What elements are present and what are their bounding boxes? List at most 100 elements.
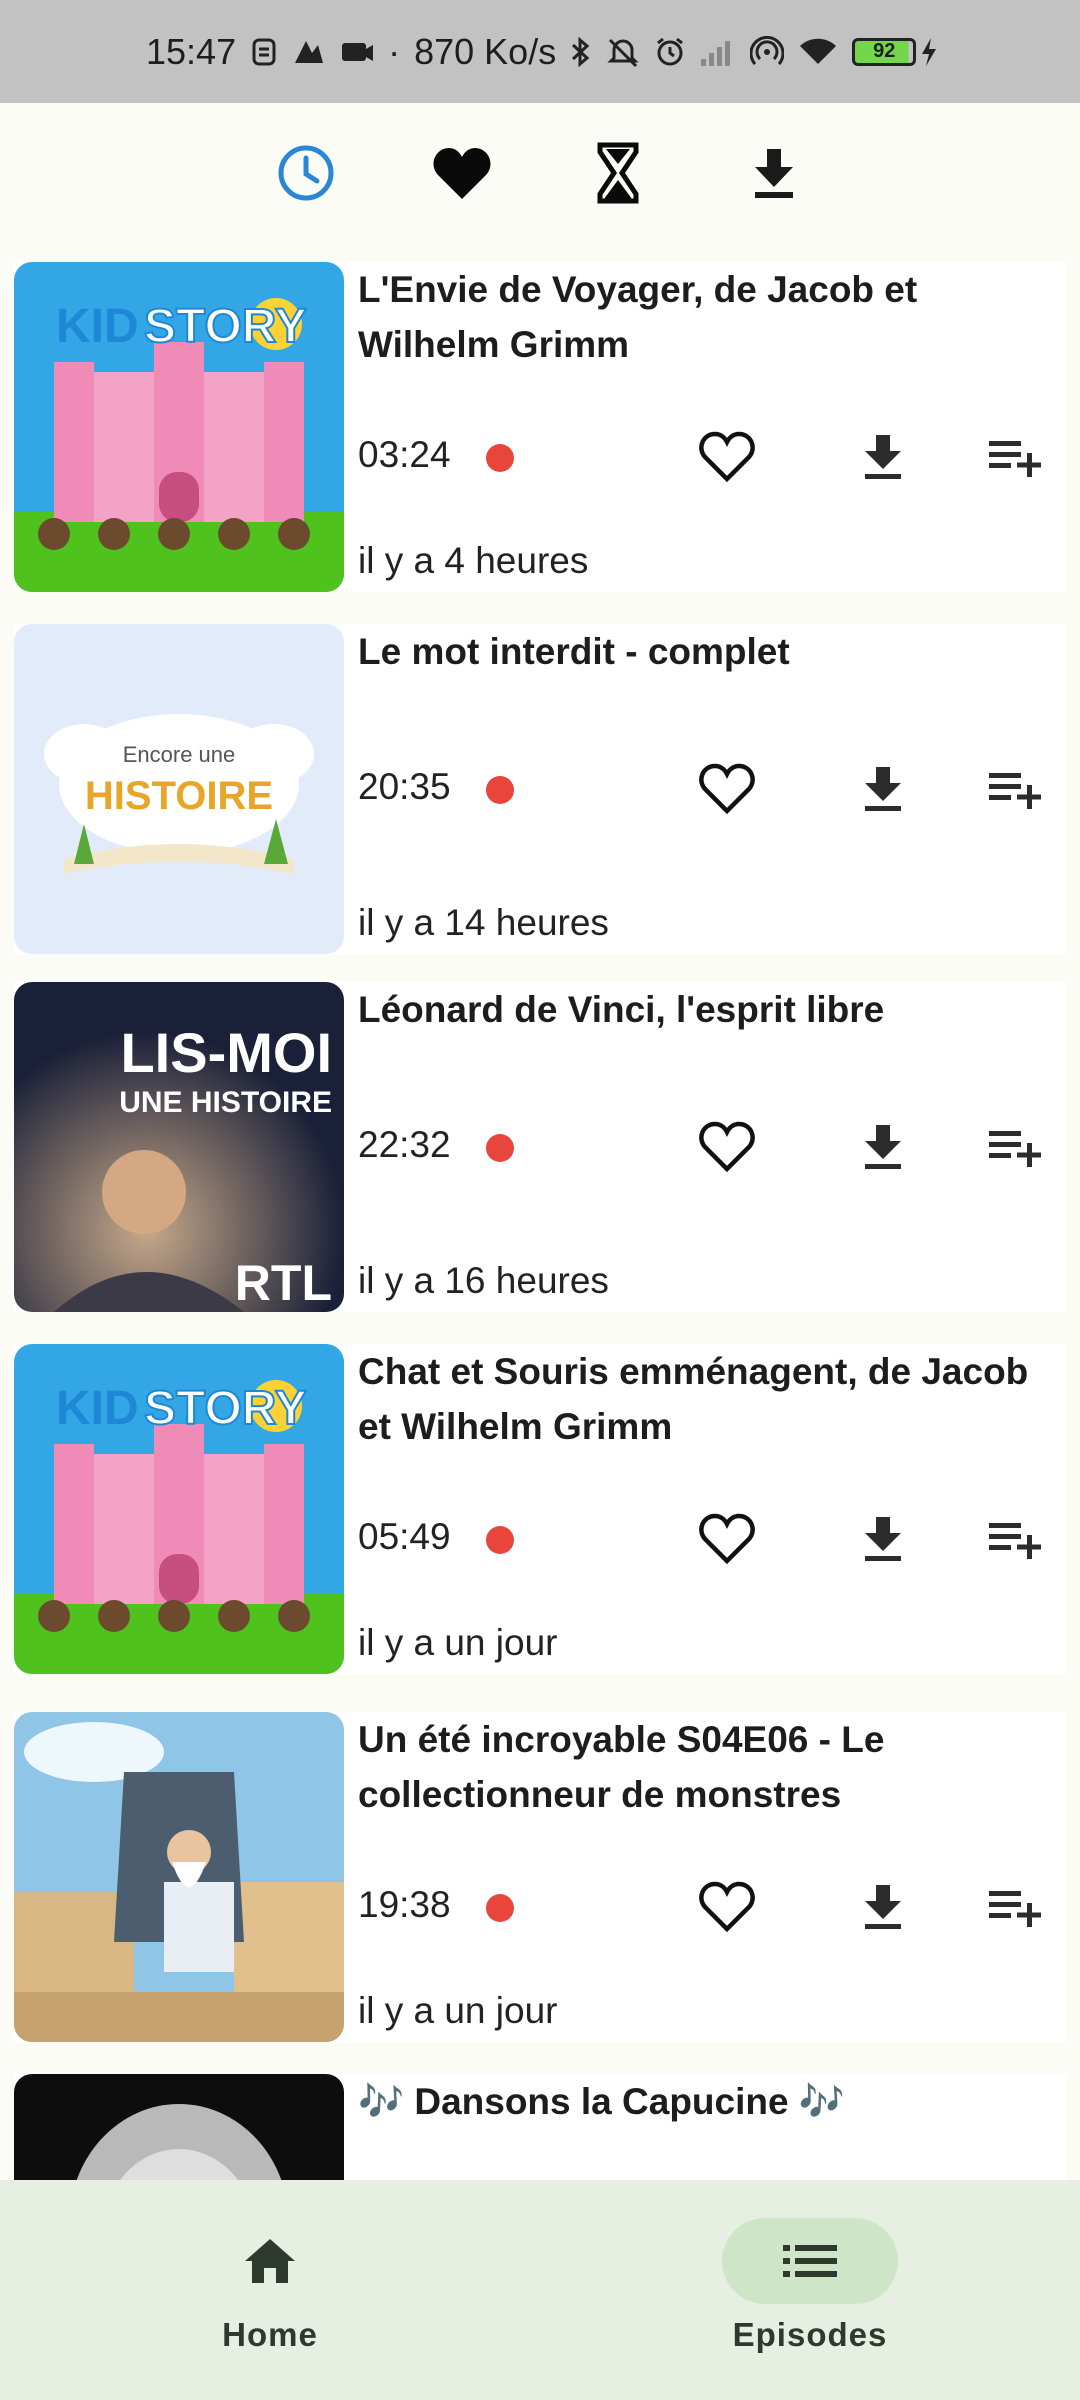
status-bar: 15:47 · 870 Ko/s 92: [0, 0, 1080, 103]
unplayed-dot: [486, 1526, 514, 1554]
download-icon: [865, 435, 901, 479]
episode-item[interactable]: KID STORY Chat et Souris emménagent, de …: [14, 1344, 1066, 1674]
playlist-add-icon: [989, 1131, 1041, 1167]
download-button[interactable]: [848, 1872, 918, 1942]
mute-icon: [606, 36, 640, 68]
list-icon: [783, 2245, 837, 2277]
thumb-kid-text: KID: [56, 300, 139, 353]
battery-icon: 92: [852, 37, 917, 66]
add-to-queue-button[interactable]: [980, 422, 1050, 492]
bluetooth-icon: [570, 36, 592, 68]
heart-outline-icon: [699, 1513, 755, 1565]
tab-in-progress[interactable]: [582, 137, 654, 209]
status-time: 15:47: [146, 30, 237, 72]
episode-published: il y a un jour: [358, 1622, 558, 1663]
bottom-navigation: Home Episodes: [0, 2180, 1080, 2400]
episode-duration: 20:35: [358, 766, 451, 807]
tab-favorites[interactable]: [426, 137, 498, 209]
episode-item[interactable]: Un été incroyable S04E06 - Le collection…: [14, 1712, 1066, 2042]
episode-published: il y a un jour: [358, 1990, 558, 2031]
favorite-button[interactable]: [692, 422, 762, 492]
episode-duration: 22:32: [358, 1124, 451, 1165]
episode-thumbnail: [14, 2074, 344, 2180]
episode-title[interactable]: Léonard de Vinci, l'esprit libre: [358, 982, 1058, 1037]
episode-title[interactable]: Le mot interdit - complet: [358, 624, 1058, 679]
episode-controls: 22:32: [358, 1112, 1058, 1182]
episode-title[interactable]: Chat et Souris emménagent, de Jacob et W…: [358, 1344, 1058, 1454]
thumb-kid-text: KID: [56, 1382, 139, 1435]
download-icon: [865, 1125, 901, 1169]
favorite-button[interactable]: [692, 1112, 762, 1182]
nav-episodes-label: Episodes: [732, 2316, 888, 2353]
tab-recent[interactable]: [270, 137, 342, 209]
unplayed-dot: [486, 1894, 514, 1922]
hotspot-icon: [750, 35, 785, 68]
episode-controls: 03:24: [358, 422, 1058, 492]
thumb-story-text: STORY: [144, 300, 307, 353]
nav-episodes[interactable]: Episodes: [690, 2218, 930, 2368]
add-to-queue-button[interactable]: [980, 1872, 1050, 1942]
episode-list: KID STORY L'Envie de Voyager, de Jacob e…: [0, 258, 1080, 2180]
thumb-lismoi-text: LIS-MOI: [120, 1021, 332, 1084]
download-icon: [865, 1885, 901, 1929]
heart-outline-icon: [699, 431, 755, 483]
heart-outline-icon: [699, 763, 755, 815]
wifi-icon: [798, 36, 838, 68]
episode-controls: 05:49: [358, 1504, 1058, 1574]
download-icon: [865, 767, 901, 811]
download-button[interactable]: [848, 1112, 918, 1182]
app-notification-icon: [292, 37, 326, 67]
episode-duration: 03:24: [358, 434, 451, 475]
clock-icon: [278, 145, 334, 201]
top-filter-tabs: [0, 103, 1080, 243]
tab-downloads[interactable]: [738, 137, 810, 209]
heart-filled-icon: [433, 148, 491, 199]
charging-icon: [920, 37, 938, 67]
add-to-queue-button[interactable]: [980, 754, 1050, 824]
episode-item[interactable]: LIS-MOI UNE HISTOIRE RTL Léonard de Vinc…: [14, 982, 1066, 1312]
playlist-add-icon: [989, 1523, 1041, 1559]
playlist-add-icon: [989, 1891, 1041, 1927]
nav-home-label: Home: [222, 2316, 318, 2353]
favorite-button[interactable]: [692, 1504, 762, 1574]
download-icon: [865, 1517, 901, 1561]
download-button[interactable]: [848, 422, 918, 492]
thumb-encore-text: Encore une: [123, 742, 236, 767]
episode-published: il y a 16 heures: [358, 1260, 609, 1301]
add-to-queue-button[interactable]: [980, 1112, 1050, 1182]
status-dot: ·: [388, 30, 401, 72]
signal-icon: [700, 37, 736, 67]
episode-title[interactable]: Un été incroyable S04E06 - Le collection…: [358, 1712, 1058, 1822]
favorite-button[interactable]: [692, 754, 762, 824]
nav-episodes-indicator: [722, 2218, 898, 2304]
app-notification-icon-2: [340, 37, 374, 67]
home-icon: [245, 2239, 295, 2283]
net-speed: 870 Ko/s: [414, 30, 557, 72]
episode-thumbnail: KID STORY: [14, 1344, 344, 1674]
thumb-une-histoire-text: UNE HISTOIRE: [119, 1086, 332, 1119]
unplayed-dot: [486, 1134, 514, 1162]
episode-thumbnail: Encore une HISTOIRE: [14, 624, 344, 954]
episode-item[interactable]: KID STORY L'Envie de Voyager, de Jacob e…: [14, 262, 1066, 592]
download-icon: [755, 149, 793, 198]
nav-home[interactable]: Home: [150, 2218, 390, 2368]
episode-thumbnail: KID STORY: [14, 262, 344, 592]
thumb-histoire-text: HISTOIRE: [85, 774, 273, 818]
download-button[interactable]: [848, 1504, 918, 1574]
alarm-icon: [654, 36, 686, 68]
episode-item[interactable]: Encore une HISTOIRE Le mot interdit - co…: [14, 624, 1066, 954]
episode-title[interactable]: L'Envie de Voyager, de Jacob et Wilhelm …: [358, 262, 1058, 372]
add-to-queue-button[interactable]: [980, 1504, 1050, 1574]
episode-duration: 19:38: [358, 1884, 451, 1925]
favorite-button[interactable]: [692, 1872, 762, 1942]
unplayed-dot: [486, 776, 514, 804]
unplayed-dot: [486, 444, 514, 472]
download-button[interactable]: [848, 754, 918, 824]
playlist-add-icon: [989, 441, 1041, 477]
episode-title[interactable]: 🎶 Dansons la Capucine 🎶: [358, 2074, 1058, 2129]
episode-thumbnail: [14, 1712, 344, 2042]
thumb-rtl-text: RTL: [235, 1255, 332, 1311]
episode-item[interactable]: 🎶 Dansons la Capucine 🎶: [14, 2074, 1066, 2180]
episode-published: il y a 14 heures: [358, 902, 609, 943]
episode-controls: 19:38: [358, 1872, 1058, 1942]
